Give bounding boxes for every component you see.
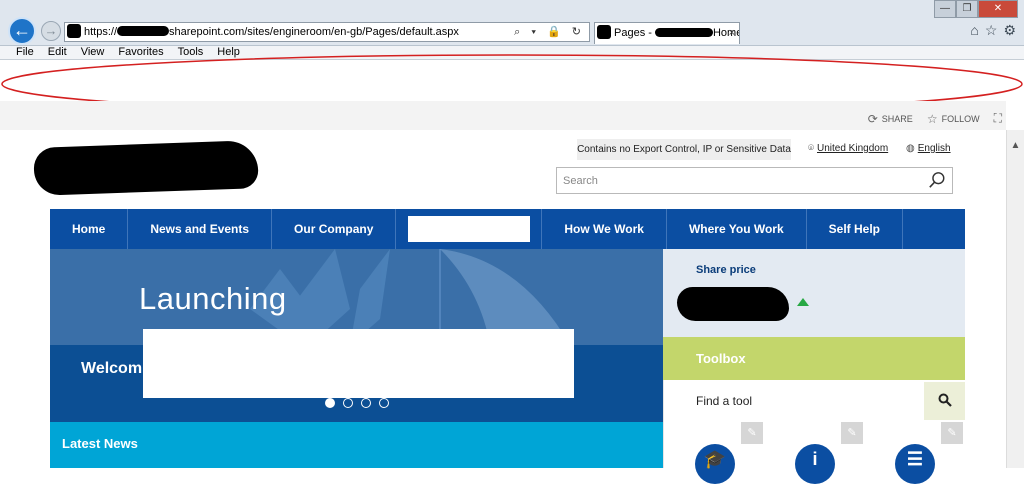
share-action[interactable]: ⟳ SHARE: [868, 112, 913, 126]
carousel-dot[interactable]: [343, 398, 353, 408]
search-icon: [938, 393, 952, 407]
hero-welcome-text: Welcom: [81, 360, 143, 377]
forward-button[interactable]: →: [41, 21, 61, 41]
globe-icon: ◍: [906, 143, 915, 154]
top-navigation: Home News and Events Our Company How We …: [50, 209, 965, 249]
share-price-panel: Share price: [663, 249, 965, 337]
pin-icon: ✎: [747, 427, 757, 439]
browser-tab[interactable]: Pages - Home ×: [594, 22, 740, 44]
export-notice: Contains no Export Control, IP or Sensit…: [577, 139, 791, 160]
nav-where-you-work[interactable]: Where You Work: [667, 209, 807, 249]
blank-command-strip: [0, 60, 1024, 101]
favorites-star-icon[interactable]: ☆: [985, 22, 998, 39]
tab-title-suffix: Home: [712, 27, 740, 39]
home-icon[interactable]: ⌂: [970, 22, 978, 39]
redacted-logo: [33, 140, 259, 196]
share-price-label: Share price: [696, 264, 756, 276]
find-tool-button[interactable]: [924, 382, 965, 420]
redacted-tab-part: [654, 28, 713, 37]
tab-favicon-icon: [597, 25, 611, 39]
menu-favorites[interactable]: Favorites: [111, 46, 170, 59]
search-icon[interactable]: [928, 171, 946, 189]
nav-news-and-events[interactable]: News and Events: [128, 209, 273, 249]
menu-tools[interactable]: Tools: [171, 46, 211, 59]
maximize-button[interactable]: ❐: [956, 0, 978, 18]
toolbox-header: Toolbox: [663, 337, 965, 380]
hero-carousel[interactable]: Launching Welcom: [50, 249, 663, 422]
chrome-icons: ⌂ ☆ ⚙: [970, 22, 1016, 39]
site-search: [556, 167, 953, 194]
pin-icon: ✎: [847, 427, 857, 439]
nav-self-help[interactable]: Self Help: [807, 209, 904, 249]
carousel-dot[interactable]: [379, 398, 389, 408]
toolbox-title: Toolbox: [696, 351, 746, 366]
arrow-left-icon: ←: [13, 20, 31, 40]
address-tools[interactable]: ⌕ ▾ 🔒 ↻: [514, 23, 585, 41]
nav-home[interactable]: Home: [50, 209, 129, 249]
find-tool-label[interactable]: Find a tool: [696, 394, 752, 408]
menu-file[interactable]: File: [0, 46, 41, 59]
suite-bar: [0, 101, 1006, 130]
tab-close-icon[interactable]: ×: [729, 23, 735, 43]
scroll-up-icon[interactable]: ▲: [1007, 140, 1024, 151]
redaction-box: [143, 329, 574, 398]
address-text: sharepoint.com/sites/engineroom/en-gb/Pa…: [169, 26, 459, 38]
search-input[interactable]: [557, 168, 917, 193]
pin-tool-button[interactable]: ✎: [841, 422, 863, 444]
minimize-button[interactable]: —: [934, 0, 956, 18]
nav-redacted-item[interactable]: [396, 209, 543, 249]
browser-chrome: ← → https:// sharepoint.com/sites/enginer…: [0, 0, 1024, 46]
site-favicon-icon: [67, 24, 81, 38]
pin-tool-button[interactable]: ✎: [941, 422, 963, 444]
window-controls: — ❐ ✕: [934, 0, 1018, 18]
menu-help[interactable]: Help: [210, 46, 247, 59]
menu-bar: File Edit View Favorites Tools Help: [0, 46, 1024, 60]
menu-edit[interactable]: Edit: [41, 46, 74, 59]
carousel-dot[interactable]: [361, 398, 371, 408]
redacted-url-part: [117, 26, 170, 36]
close-window-button[interactable]: ✕: [978, 0, 1018, 18]
share-label: SHARE: [881, 113, 913, 124]
nav-how-we-work[interactable]: How We Work: [542, 209, 667, 249]
tool-graduation-cap-icon[interactable]: 🎓: [695, 444, 735, 484]
menu-view[interactable]: View: [74, 46, 112, 59]
toolbox-body: Find a tool ✎ ✎ ✎ 🎓 i ☰: [663, 380, 965, 484]
arrow-right-icon: →: [44, 23, 58, 38]
follow-label: FOLLOW: [941, 113, 980, 124]
page-actions: ⟳ SHARE ☆ FOLLOW ⛶: [868, 111, 1002, 126]
share-icon: ⟳: [867, 111, 878, 126]
tool-info-icon[interactable]: i: [795, 444, 835, 484]
redacted-share-value: [677, 287, 789, 321]
price-up-arrow-icon: [797, 298, 809, 306]
tab-title-prefix: Pages -: [614, 27, 655, 39]
follow-action[interactable]: ☆ FOLLOW: [927, 112, 980, 126]
country-link[interactable]: ⌾ United Kingdom: [808, 143, 888, 154]
country-label: United Kingdom: [817, 143, 889, 154]
back-button[interactable]: ←: [8, 17, 36, 45]
address-prefix: https://: [84, 26, 118, 38]
pin-icon: ✎: [947, 427, 957, 439]
fullscreen-icon: ⛶: [993, 111, 1002, 125]
gear-icon[interactable]: ⚙: [1003, 22, 1016, 39]
tool-list-icon[interactable]: ☰: [895, 444, 935, 484]
address-bar[interactable]: https:// sharepoint.com/sites/engineroom/…: [64, 22, 590, 42]
vertical-scrollbar[interactable]: ▲: [1006, 130, 1024, 468]
nav-our-company[interactable]: Our Company: [272, 209, 397, 249]
carousel-dot[interactable]: [325, 398, 335, 408]
latest-news-title: Latest News: [62, 436, 138, 451]
carousel-dots: [325, 398, 389, 408]
focus-action[interactable]: ⛶: [994, 111, 1002, 126]
redaction-box: [407, 216, 530, 242]
pin-tool-button[interactable]: ✎: [741, 422, 763, 444]
location-pin-icon: ⌾: [808, 143, 814, 154]
hero-title: Launching: [139, 281, 287, 316]
latest-news-panel: Latest News: [50, 422, 663, 468]
language-label: English: [917, 143, 951, 154]
language-link[interactable]: ◍ English: [906, 143, 951, 154]
star-icon: ☆: [926, 111, 938, 126]
